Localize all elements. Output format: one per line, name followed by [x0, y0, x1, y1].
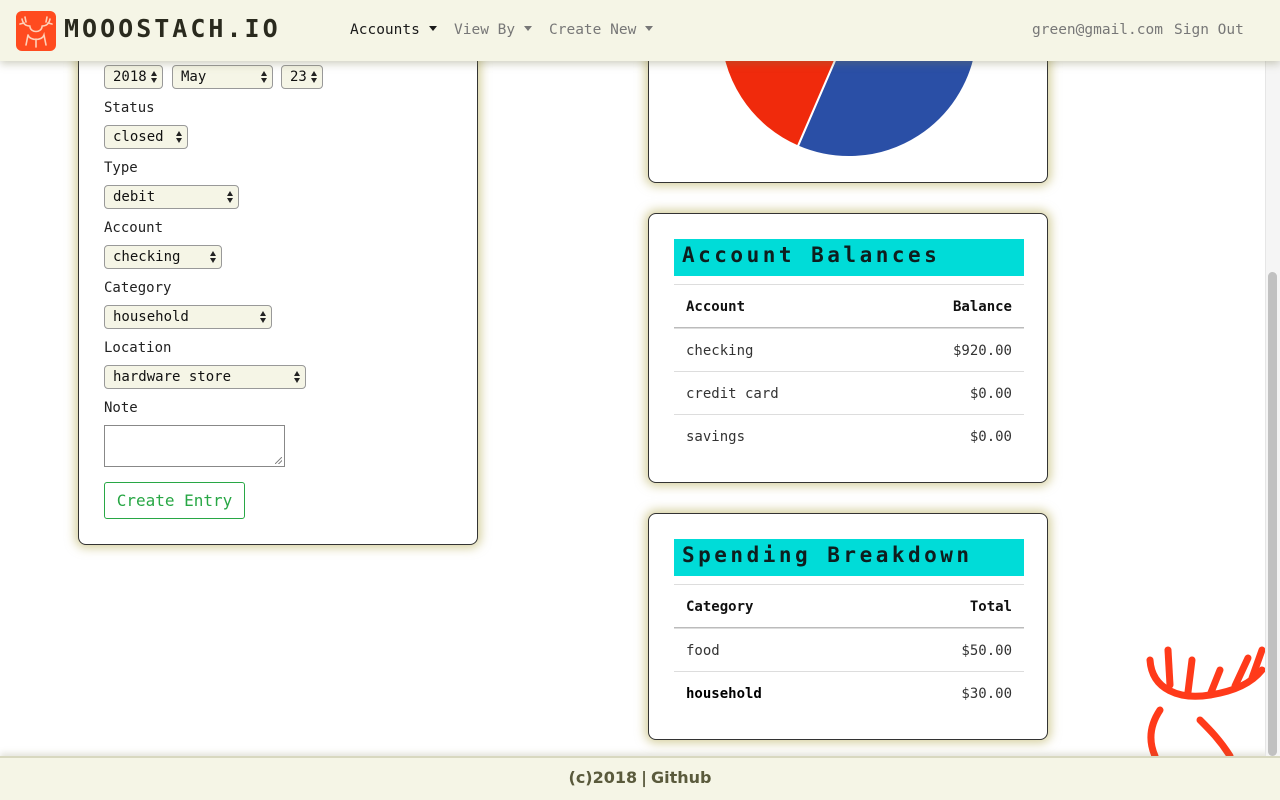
select-arrows-icon — [294, 370, 300, 384]
day-select[interactable]: 23 — [281, 65, 323, 89]
account-balances-table: Account Balance checking $920.00 credit … — [674, 284, 1024, 457]
account-balances-card: Account Balances Account Balance checkin… — [648, 213, 1048, 483]
resize-grip-icon[interactable] — [275, 457, 282, 464]
spending-pie-chart — [719, 41, 979, 158]
month-select[interactable]: May — [172, 65, 273, 89]
type-label: Type — [104, 160, 138, 176]
column-header-total: Total — [969, 599, 1012, 615]
location-label: Location — [104, 340, 172, 356]
location-select[interactable]: hardware store — [104, 365, 306, 389]
status-select[interactable]: closed — [104, 125, 188, 149]
table-row: credit card $0.00 — [674, 371, 1024, 414]
month-select-value: May — [181, 69, 207, 85]
nav-create-new-dropdown[interactable]: Create New — [549, 22, 654, 38]
select-arrows-icon — [210, 250, 216, 264]
account-balance: $0.00 — [969, 386, 1012, 402]
page-scrollbar-thumb[interactable] — [1268, 272, 1277, 756]
chevron-down-icon — [645, 26, 654, 31]
footer-separator: | — [641, 768, 647, 787]
account-name: credit card — [686, 386, 779, 402]
category-select[interactable]: household — [104, 305, 272, 329]
account-name: savings — [686, 429, 746, 445]
column-header-account: Account — [686, 299, 746, 315]
user-email-link[interactable]: green@gmail.com — [1032, 22, 1163, 38]
spending-breakdown-title: Spending Breakdown — [674, 539, 1024, 576]
select-arrows-icon — [311, 70, 317, 84]
sign-out-link[interactable]: Sign Out — [1174, 22, 1244, 38]
nav-create-new-label: Create New — [549, 22, 637, 38]
chevron-down-icon — [524, 26, 533, 31]
year-select[interactable]: 2018 — [104, 65, 163, 89]
nav-accounts-label: Accounts — [350, 22, 420, 38]
github-link[interactable]: Github — [651, 768, 712, 787]
create-entry-button[interactable]: Create Entry — [104, 482, 245, 519]
moose-logo-icon[interactable] — [16, 11, 56, 51]
brand-name[interactable]: MOOOSTACH.IO — [64, 14, 281, 43]
select-arrows-icon — [151, 70, 157, 84]
column-header-category: Category — [686, 599, 754, 615]
category-name: household — [686, 686, 762, 702]
table-header-row: Category Total — [674, 584, 1024, 628]
top-navbar: MOOOSTACH.IO Accounts View By Create New… — [0, 0, 1280, 61]
category-name: food — [686, 643, 720, 659]
select-arrows-icon — [176, 130, 182, 144]
account-name: checking — [686, 343, 754, 359]
category-total: $30.00 — [961, 686, 1012, 702]
note-textarea[interactable] — [104, 425, 285, 467]
year-select-value: 2018 — [113, 69, 147, 85]
chevron-down-icon — [428, 26, 437, 31]
status-select-value: closed — [113, 129, 164, 145]
select-arrows-icon — [261, 70, 267, 84]
account-balance: $920.00 — [952, 343, 1012, 359]
category-select-value: household — [113, 309, 189, 325]
table-row: food $50.00 — [674, 628, 1024, 671]
type-select-value: debit — [113, 189, 156, 205]
page-footer: (c)2018 | Github — [0, 756, 1280, 800]
nav-accounts-dropdown[interactable]: Accounts — [350, 22, 437, 38]
nav-view-by-dropdown[interactable]: View By — [454, 22, 533, 38]
moose-antlers-decoration-icon — [1140, 640, 1265, 756]
type-select[interactable]: debit — [104, 185, 239, 209]
footer-copyright: (c)2018 — [568, 768, 638, 787]
status-label: Status — [104, 100, 155, 116]
category-total: $50.00 — [961, 643, 1012, 659]
column-header-balance: Balance — [952, 299, 1012, 315]
day-select-value: 23 — [290, 69, 307, 85]
spending-breakdown-table: Category Total food $50.00 household $30… — [674, 584, 1024, 714]
table-row: household $30.00 — [674, 671, 1024, 714]
nav-view-by-label: View By — [454, 22, 516, 38]
account-balance: $0.00 — [969, 429, 1012, 445]
table-header-row: Account Balance — [674, 284, 1024, 328]
category-label: Category — [104, 280, 172, 296]
account-label: Account — [104, 220, 164, 236]
table-row: checking $920.00 — [674, 328, 1024, 371]
select-arrows-icon — [260, 310, 266, 324]
account-select-value: checking — [113, 249, 181, 265]
table-row: savings $0.00 — [674, 414, 1024, 457]
spending-breakdown-card: Spending Breakdown Category Total food $… — [648, 513, 1048, 740]
location-select-value: hardware store — [113, 369, 232, 385]
select-arrows-icon — [227, 190, 233, 204]
account-select[interactable]: checking — [104, 245, 222, 269]
account-balances-title: Account Balances — [674, 239, 1024, 276]
note-label: Note — [104, 400, 138, 416]
spending-pie-card — [648, 40, 1048, 183]
